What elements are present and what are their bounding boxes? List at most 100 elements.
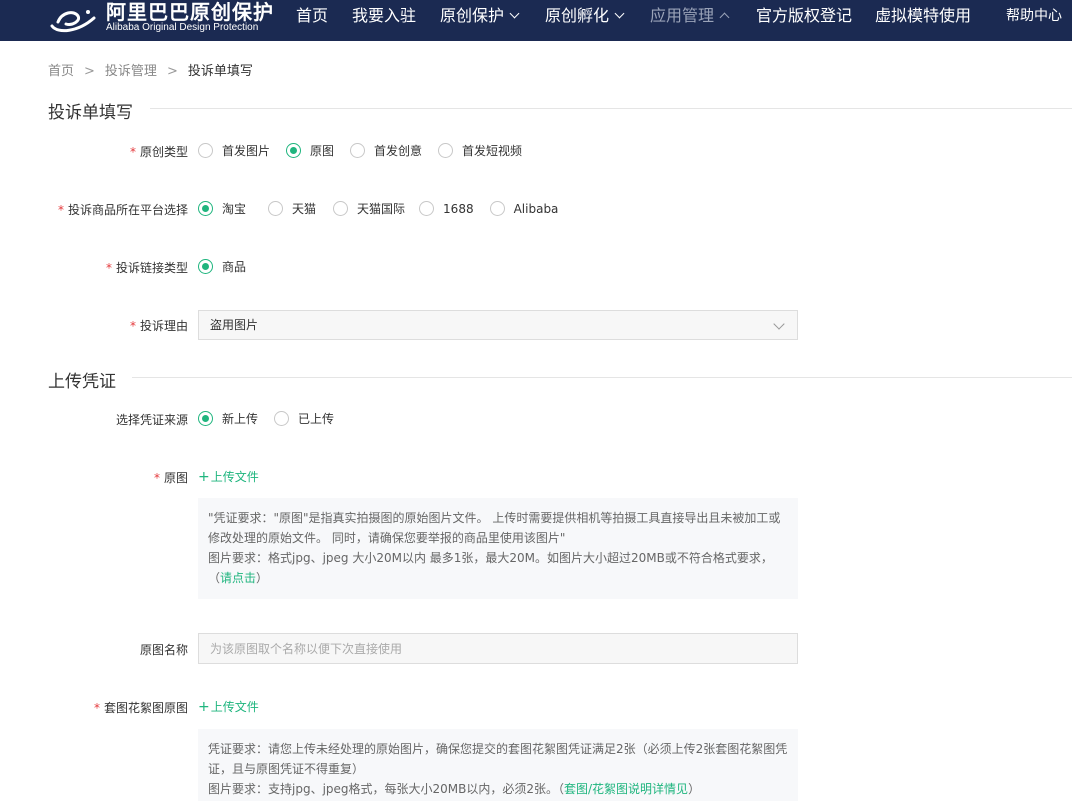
original-image-label-text: 原图	[163, 471, 188, 485]
note-text: ）	[688, 782, 701, 796]
set-image-upload-button[interactable]: +上传文件	[198, 698, 259, 715]
nav-item-app-management[interactable]: 应用管理	[650, 0, 730, 34]
radio-label: 首发创意	[374, 144, 423, 158]
nav-item-virtual-model[interactable]: 虚拟模特使用	[875, 0, 971, 34]
radio-label: 原图	[310, 144, 335, 158]
breadcrumb-current: 投诉单填写	[187, 64, 253, 79]
platform-label-text: 投诉商品所在平台选择	[67, 203, 188, 217]
plus-icon: +	[198, 699, 210, 715]
reason-label: * 投诉理由	[130, 317, 188, 334]
radio-circle	[489, 201, 505, 216]
evidence-source-radio-group: 新上传 已上传	[198, 410, 350, 427]
nav-label: 首页	[296, 6, 329, 25]
upload-label: 上传文件	[210, 470, 259, 484]
required-mark: *	[105, 261, 112, 275]
note-text: ）	[256, 571, 269, 585]
required-mark: *	[93, 701, 100, 715]
breadcrumb-home[interactable]: 首页	[48, 64, 74, 79]
radio-new-upload[interactable]: 新上传	[198, 410, 258, 427]
nav-item-join[interactable]: 我要入驻	[352, 0, 416, 34]
radio-taobao[interactable]: 淘宝	[198, 200, 246, 217]
set-image-label-text: 套图花絮图原图	[103, 701, 188, 715]
chevron-down-icon	[614, 8, 625, 19]
radio-original-image[interactable]: 原图	[286, 142, 334, 159]
note-line: 图片要求：支持jpg、jpeg格式，每张大小20MB以内，必须2张。（套图/花絮…	[208, 779, 788, 799]
note-line: 凭证要求：请您上传未经处理的原始图片，确保您提交的套图花絮图凭证满足2张（必须上…	[208, 742, 788, 776]
click-here-link[interactable]: 请点击	[220, 571, 256, 585]
alibaba-logo-icon	[50, 10, 96, 33]
breadcrumb-complaint-management[interactable]: 投诉管理	[105, 64, 157, 79]
radio-circle	[333, 201, 349, 216]
breadcrumb-separator: >	[166, 64, 178, 79]
note-line: "凭证要求："原图"是指真实拍摄图的原始图片文件。 上传时需要提供相机等拍摄工具…	[208, 511, 781, 545]
original-image-requirements-note: "凭证要求："原图"是指真实拍摄图的原始图片文件。 上传时需要提供相机等拍摄工具…	[198, 498, 798, 599]
top-navbar: 阿里巴巴原创保护 Alibaba Original Design Protect…	[0, 0, 1072, 41]
radio-circle	[274, 411, 290, 426]
breadcrumb-separator: >	[84, 64, 95, 79]
radio-alibaba[interactable]: Alibaba	[489, 201, 559, 216]
nav-item-home[interactable]: 首页	[296, 0, 328, 34]
original-type-label: * 原创类型	[130, 143, 188, 160]
radio-first-short-video[interactable]: 首发短视频	[438, 142, 522, 159]
logo-title-cn: 阿里巴巴原创保护	[106, 0, 274, 24]
nav-label: 我要入驻	[352, 6, 417, 25]
nav-item-original-incubation[interactable]: 原创孵化	[545, 0, 625, 34]
chevron-down-icon	[773, 318, 785, 330]
nav-item-copyright-registration[interactable]: 官方版权登记	[756, 0, 852, 34]
radio-first-image[interactable]: 首发图片	[198, 142, 270, 159]
reason-label-text: 投诉理由	[139, 319, 188, 333]
original-type-label-text: 原创类型	[139, 145, 188, 159]
nav-label: 帮助中心	[1006, 8, 1062, 24]
original-name-input[interactable]	[198, 633, 798, 664]
radio-tmall-global[interactable]: 天猫国际	[333, 200, 405, 217]
evidence-source-label: 选择凭证来源	[115, 413, 188, 427]
radio-tmall[interactable]: 天猫	[268, 200, 316, 217]
radio-first-idea[interactable]: 首发创意	[350, 142, 422, 159]
required-mark: *	[129, 319, 136, 333]
radio-label: 淘宝	[222, 202, 247, 216]
radio-label: Alibaba	[513, 201, 559, 216]
required-mark: *	[57, 203, 64, 217]
breadcrumb: 首页 > 投诉管理 > 投诉单填写	[48, 60, 253, 79]
required-mark: *	[129, 145, 136, 159]
section-title-complaint-form: 投诉单填写	[48, 103, 133, 123]
set-image-label: * 套图花絮图原图	[94, 699, 188, 716]
link-type-radio-group: 商品	[198, 258, 262, 275]
set-image-details-link[interactable]: 套图/花絮图说明详情见	[564, 782, 688, 796]
radio-label: 新上传	[222, 412, 259, 426]
nav-item-original-protection[interactable]: 原创保护	[440, 0, 520, 34]
chevron-down-icon	[509, 8, 520, 19]
original-image-upload-button[interactable]: +上传文件	[198, 468, 259, 485]
radio-label: 首发图片	[222, 144, 271, 158]
site-logo[interactable]: 阿里巴巴原创保护 Alibaba Original Design Protect…	[48, 0, 278, 41]
radio-label: 天猫	[292, 202, 317, 216]
set-image-requirements-note: 凭证要求：请您上传未经处理的原始图片，确保您提交的套图花絮图凭证满足2张（必须上…	[198, 729, 798, 801]
note-line: 图片要求：格式jpg、jpeg 大小20M以内 最多1张，最大20M。如图片大小…	[208, 548, 788, 588]
section-divider	[132, 377, 1072, 378]
radio-label: 已上传	[298, 412, 335, 426]
reason-select[interactable]: 盗用图片	[198, 310, 798, 340]
radio-already-uploaded[interactable]: 已上传	[274, 410, 334, 427]
radio-circle	[198, 201, 213, 216]
nav-label: 官方版权登记	[756, 6, 853, 25]
radio-circle	[268, 201, 284, 216]
chevron-up-icon	[719, 12, 730, 23]
nav-label: 原创孵化	[545, 6, 610, 25]
link-type-label: * 投诉链接类型	[106, 259, 188, 276]
radio-1688[interactable]: 1688	[419, 201, 474, 216]
radio-circle	[286, 143, 302, 158]
radio-circle	[198, 411, 213, 426]
radio-circle	[419, 201, 435, 216]
plus-icon: +	[198, 469, 210, 485]
radio-label: 首发短视频	[462, 144, 523, 158]
section-title-upload-evidence: 上传凭证	[48, 372, 116, 392]
nav-item-help-center[interactable]: 帮助中心	[1006, 0, 1062, 34]
required-mark: *	[153, 471, 160, 485]
radio-product[interactable]: 商品	[198, 258, 246, 275]
nav-label: 应用管理	[650, 6, 715, 25]
radio-circle	[438, 143, 454, 158]
radio-circle	[350, 143, 366, 158]
upload-label: 上传文件	[210, 700, 259, 714]
original-image-label: * 原图	[154, 469, 188, 486]
logo-title-en: Alibaba Original Design Protection	[106, 22, 259, 33]
